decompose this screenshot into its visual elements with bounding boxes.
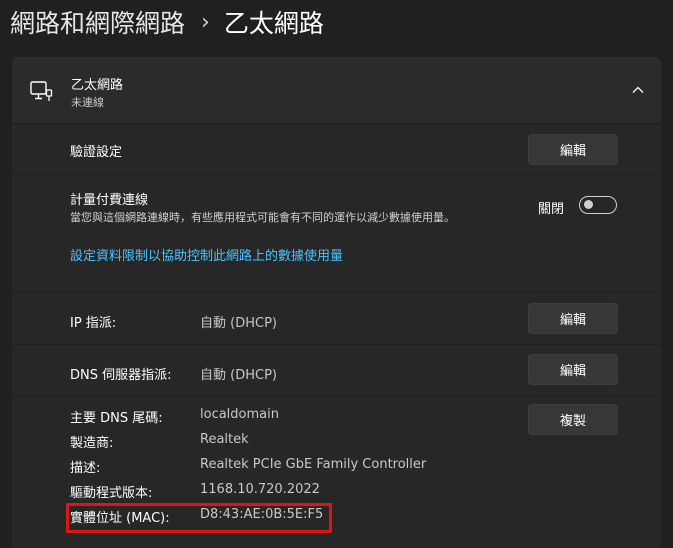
ethernet-monitor-icon	[30, 81, 53, 101]
copy-properties-button[interactable]: 複製	[528, 404, 618, 435]
ethernet-title: 乙太網路	[71, 78, 124, 93]
ip-assignment-label: IP 指派:	[70, 316, 117, 331]
ethernet-status: 未連線	[71, 96, 104, 109]
ip-assignment-row: IP 指派: 自動 (DHCP) 編輯	[12, 293, 661, 344]
ip-assignment-edit-button[interactable]: 編輯	[528, 303, 618, 334]
toggle-knob	[584, 200, 593, 209]
manufacturer-label: 製造商:	[70, 436, 114, 451]
driver-version-label: 驅動程式版本:	[70, 486, 153, 501]
auth-settings-row: 驗證設定 編輯	[12, 124, 661, 174]
set-data-limit-link[interactable]: 設定資料限制以協助控制此網路上的數據使用量	[70, 245, 343, 264]
manufacturer-value: Realtek	[200, 432, 249, 447]
metered-connection-row: 計量付費連線 當您與這個網路連線時，有些應用程式可能會有不同的運作以減少數據使用…	[12, 175, 661, 292]
driver-version-value: 1168.10.720.2022	[200, 482, 320, 497]
dns-suffix-value: localdomain	[200, 407, 279, 422]
breadcrumb-network-internet[interactable]: 網路和網際網路	[10, 4, 185, 40]
description-value: Realtek PCIe GbE Family Controller	[200, 457, 427, 472]
dns-assignment-row: DNS 伺服器指派: 自動 (DHCP) 編輯	[12, 345, 661, 395]
dns-assignment-edit-button[interactable]: 編輯	[528, 354, 618, 385]
breadcrumb: 網路和網際網路 › 乙太網路	[10, 2, 324, 42]
metered-connection-label: 計量付費連線	[70, 193, 149, 208]
description-label: 描述:	[70, 461, 101, 476]
metered-connection-description: 當您與這個網路連線時，有些應用程式可能會有不同的運作以減少數據使用量。	[70, 211, 455, 224]
metered-toggle-state: 關閉	[538, 202, 565, 217]
ethernet-header[interactable]: 乙太網路 未連線	[12, 57, 661, 123]
chevron-up-icon[interactable]	[631, 83, 645, 97]
ethernet-settings-page: 網路和網際網路 › 乙太網路 乙太網路 未連線 驗證設定 編輯 計量付費連線 當…	[0, 0, 673, 548]
breadcrumb-chevron-icon: ›	[201, 9, 210, 35]
mac-address-highlight	[66, 503, 332, 533]
ethernet-card: 乙太網路 未連線 驗證設定 編輯 計量付費連線 當您與這個網路連線時，有些應用程…	[12, 57, 661, 548]
dns-assignment-label: DNS 伺服器指派:	[70, 368, 172, 383]
auth-settings-label: 驗證設定	[70, 145, 123, 160]
metered-connection-toggle[interactable]	[579, 196, 617, 214]
dns-assignment-value: 自動 (DHCP)	[200, 368, 277, 383]
dns-suffix-label: 主要 DNS 尾碼:	[70, 411, 163, 426]
ip-assignment-value: 自動 (DHCP)	[200, 316, 277, 331]
auth-settings-edit-button[interactable]: 編輯	[528, 134, 618, 165]
page-title: 乙太網路	[223, 9, 324, 38]
